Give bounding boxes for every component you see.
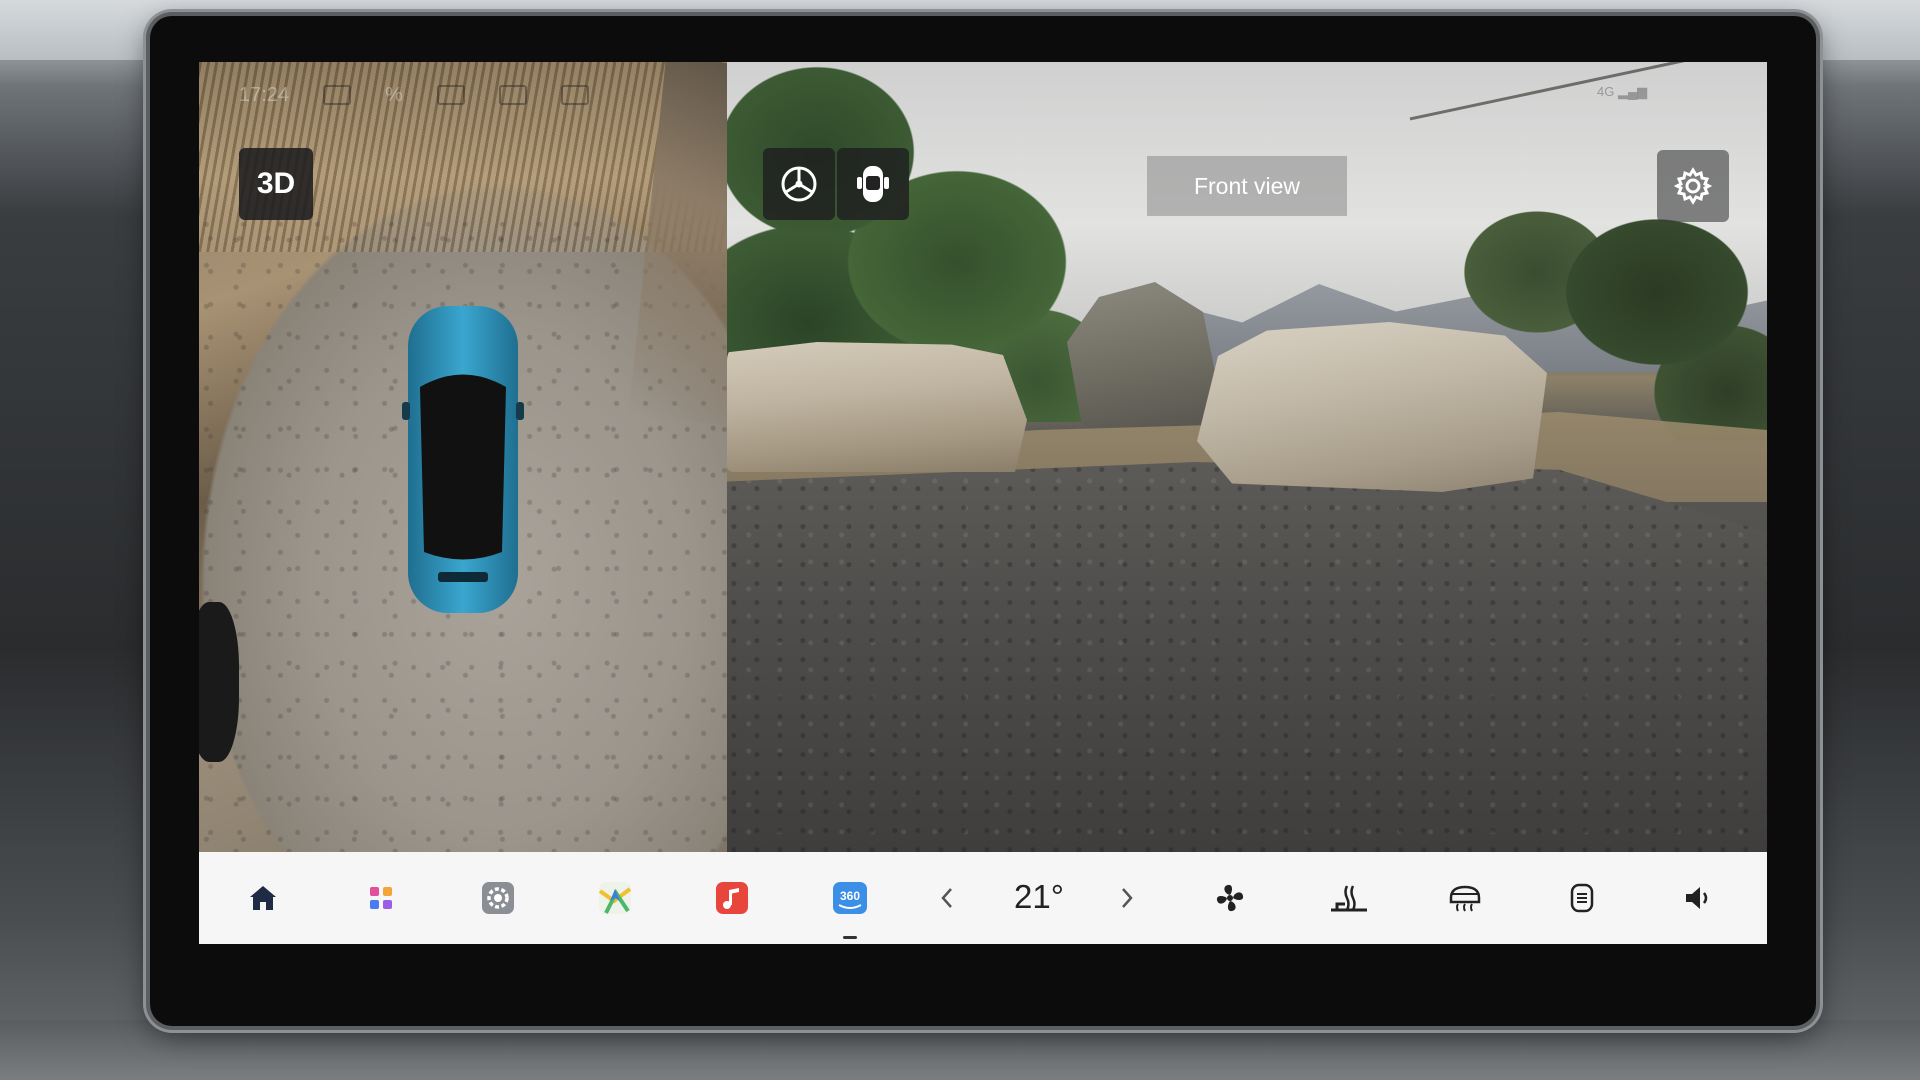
front-defrost-icon: [1570, 883, 1594, 913]
camera-status-icon: [498, 85, 527, 105]
bottom-dock: 360 21°: [199, 852, 1767, 944]
scene-boulder-right: [1197, 322, 1547, 492]
temperature-display: 21°: [1014, 878, 1064, 915]
camera-settings-button[interactable]: [1657, 150, 1729, 222]
fan-icon: [1216, 884, 1244, 912]
camera-360-icon: 360: [833, 882, 867, 914]
terrain-shadow: [199, 602, 239, 762]
music-app-button[interactable]: [697, 852, 767, 944]
home-icon: [250, 886, 276, 910]
maps-icon: [598, 882, 632, 914]
settings-app-button[interactable]: [463, 852, 533, 944]
maps-app-button[interactable]: [580, 852, 650, 944]
settings-icon: [482, 882, 514, 914]
fan-button[interactable]: [1195, 852, 1265, 944]
battery-percent: %: [385, 83, 403, 106]
camera-360-app-button[interactable]: 360: [815, 852, 885, 944]
apps-grid-icon: [370, 887, 392, 909]
apps-button[interactable]: [346, 852, 416, 944]
record-icon: [560, 85, 589, 105]
lock-icon: [436, 85, 465, 105]
volume-button[interactable]: [1664, 852, 1734, 944]
home-button[interactable]: [228, 852, 298, 944]
front-defrost-button[interactable]: [1547, 852, 1617, 944]
rear-defrost-button[interactable]: [1430, 852, 1500, 944]
wheel-view-button[interactable]: [763, 148, 835, 220]
signal-icon: 4G ▂▄▆: [1597, 84, 1648, 99]
scene-road: [727, 462, 1767, 852]
car-top-view: [402, 306, 524, 613]
temp-increase-button[interactable]: [1097, 852, 1157, 944]
volume-icon: [1686, 887, 1708, 909]
seat-heat-icon: [1331, 885, 1367, 912]
active-indicator: [843, 936, 857, 939]
gear-icon: [1674, 167, 1712, 205]
view-label: Front view: [1147, 156, 1347, 216]
battery-icon: [323, 85, 352, 105]
status-bar: 17:24 %: [239, 80, 589, 110]
rear-defrost-icon: [1449, 885, 1481, 912]
seat-heat-button[interactable]: [1314, 852, 1384, 944]
clock: 17:24: [239, 83, 290, 106]
chevron-right-icon: [1122, 888, 1133, 908]
scene-boulder-left: [727, 342, 1027, 472]
infotainment-screen: 17:24 % 3D 4G ▂▄▆ Front view 360 21°: [199, 62, 1767, 944]
temp-decrease-button[interactable]: [917, 852, 977, 944]
dashboard-bottom: [0, 1020, 1920, 1080]
car-doors-view-button[interactable]: [837, 148, 909, 220]
3d-toggle-button[interactable]: 3D: [239, 148, 313, 220]
wheel-icon: [781, 166, 817, 202]
music-icon: [716, 882, 748, 914]
car-doors-icon: [857, 166, 889, 202]
chevron-left-icon: [941, 888, 952, 908]
birdseye-view: 17:24 % 3D: [199, 62, 727, 852]
camera-360-label: 360: [840, 889, 860, 903]
front-camera-view: 4G ▂▄▆ Front view: [727, 62, 1767, 852]
